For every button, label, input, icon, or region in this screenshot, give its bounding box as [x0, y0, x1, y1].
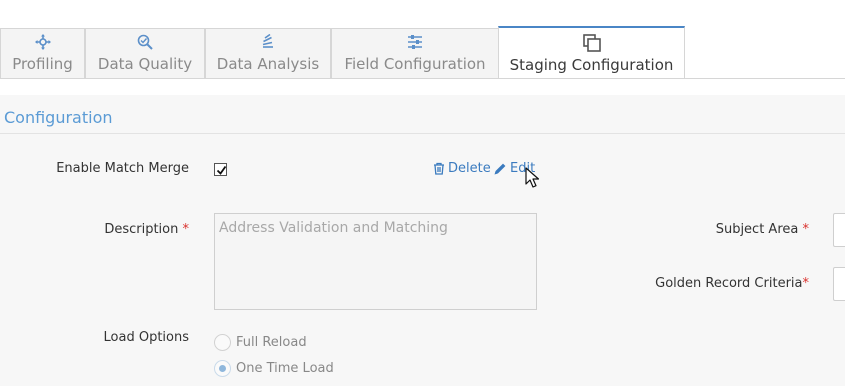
stacked-layers-icon	[206, 34, 330, 50]
tab-label: Profiling	[12, 55, 73, 73]
tab-data-quality[interactable]: Data Quality	[85, 28, 205, 78]
divider	[0, 133, 845, 134]
delete-label: Delete	[448, 161, 491, 176]
load-options-label: Load Options	[103, 330, 189, 345]
tab-staging-configuration[interactable]: Staging Configuration	[498, 26, 685, 78]
trash-icon	[434, 162, 444, 175]
description-placeholder: Address Validation and Matching	[219, 220, 448, 236]
checkmark-icon	[216, 165, 227, 175]
magnify-check-icon	[86, 34, 204, 50]
required-marker: *	[182, 222, 190, 237]
description-label: Description *	[104, 222, 189, 237]
required-marker: *	[802, 222, 810, 237]
golden-record-criteria-label: Golden Record Criteria*	[655, 276, 809, 291]
golden-record-criteria-input[interactable]	[833, 267, 845, 301]
subject-area-input[interactable]	[833, 213, 845, 247]
radio-one-time-load[interactable]: One Time Load	[214, 360, 334, 377]
subject-area-label: Subject Area *	[715, 222, 810, 237]
tab-label: Data Analysis	[216, 55, 320, 73]
required-marker: *	[802, 276, 810, 291]
section-title: Configuration	[4, 108, 113, 127]
tab-label: Staging Configuration	[509, 56, 674, 74]
radio-full-reload[interactable]: Full Reload	[214, 334, 307, 351]
tab-data-analysis[interactable]: Data Analysis	[205, 28, 331, 78]
tab-field-configuration[interactable]: Field Configuration	[331, 28, 499, 78]
pencil-icon	[494, 163, 506, 174]
copy-windows-icon	[499, 34, 684, 52]
delete-button[interactable]: Delete	[433, 161, 491, 176]
crosshair-arrows-icon	[1, 34, 84, 50]
mouse-cursor-icon	[525, 167, 539, 188]
tab-bar: Profiling Data Quality Data Analysis Fie…	[0, 26, 845, 79]
tab-label: Field Configuration	[344, 55, 486, 73]
sliders-icon	[332, 34, 498, 50]
configuration-panel: Configuration Enable Match Merge Delete …	[0, 95, 845, 386]
radio-label: Full Reload	[236, 335, 307, 350]
description-textarea[interactable]: Address Validation and Matching	[214, 213, 537, 310]
radio-button[interactable]	[214, 334, 231, 351]
enable-match-merge-label: Enable Match Merge	[56, 161, 189, 176]
enable-match-merge-checkbox[interactable]	[214, 163, 227, 176]
radio-label: One Time Load	[236, 361, 334, 376]
tab-profiling[interactable]: Profiling	[0, 28, 85, 78]
tab-label: Data Quality	[97, 55, 193, 73]
radio-button[interactable]	[214, 360, 231, 377]
